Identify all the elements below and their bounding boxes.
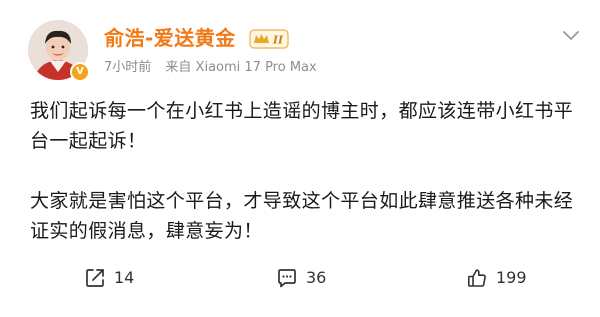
post-content: 我们起诉每一个在小红书上造谣的博主时，都应该连带小红书平台一起起诉！ 大家就是害…: [30, 96, 575, 246]
verified-badge-icon: V: [70, 62, 90, 82]
comment-count: 36: [306, 268, 327, 287]
post-time: 7小时前: [104, 60, 152, 75]
action-bar: 14 36 199: [0, 258, 600, 298]
level-badge: II: [249, 29, 289, 49]
like-count: 199: [496, 268, 527, 287]
verified-badge-label: V: [76, 66, 84, 77]
weibo-post-card: V 俞浩-爱送黄金 II 7小时前 来自 Xiaomi 17 Pro Max 我…: [0, 0, 600, 317]
share-button[interactable]: 14: [84, 266, 134, 290]
post-meta: 7小时前 来自 Xiaomi 17 Pro Max: [104, 60, 327, 76]
share-count: 14: [114, 268, 135, 287]
post-source: 来自 Xiaomi 17 Pro Max: [165, 60, 317, 75]
post-paragraph: 大家就是害怕这个平台，才导致这个平台如此肆意推送各种未经证实的假消息，肆意妄为！: [30, 190, 574, 242]
thumbs-up-icon: [468, 269, 486, 287]
share-icon: [86, 269, 104, 287]
username[interactable]: 俞浩-爱送黄金: [104, 26, 236, 50]
post-paragraph: 我们起诉每一个在小红书上造谣的博主时，都应该连带小红书平台一起起诉！: [30, 100, 574, 152]
like-button[interactable]: 199: [466, 266, 527, 290]
crown-icon: [254, 34, 269, 43]
chevron-down-icon[interactable]: [562, 30, 580, 42]
comment-button[interactable]: 36: [276, 266, 326, 290]
comment-icon: [278, 269, 296, 288]
level-badge-label: II: [272, 34, 284, 47]
